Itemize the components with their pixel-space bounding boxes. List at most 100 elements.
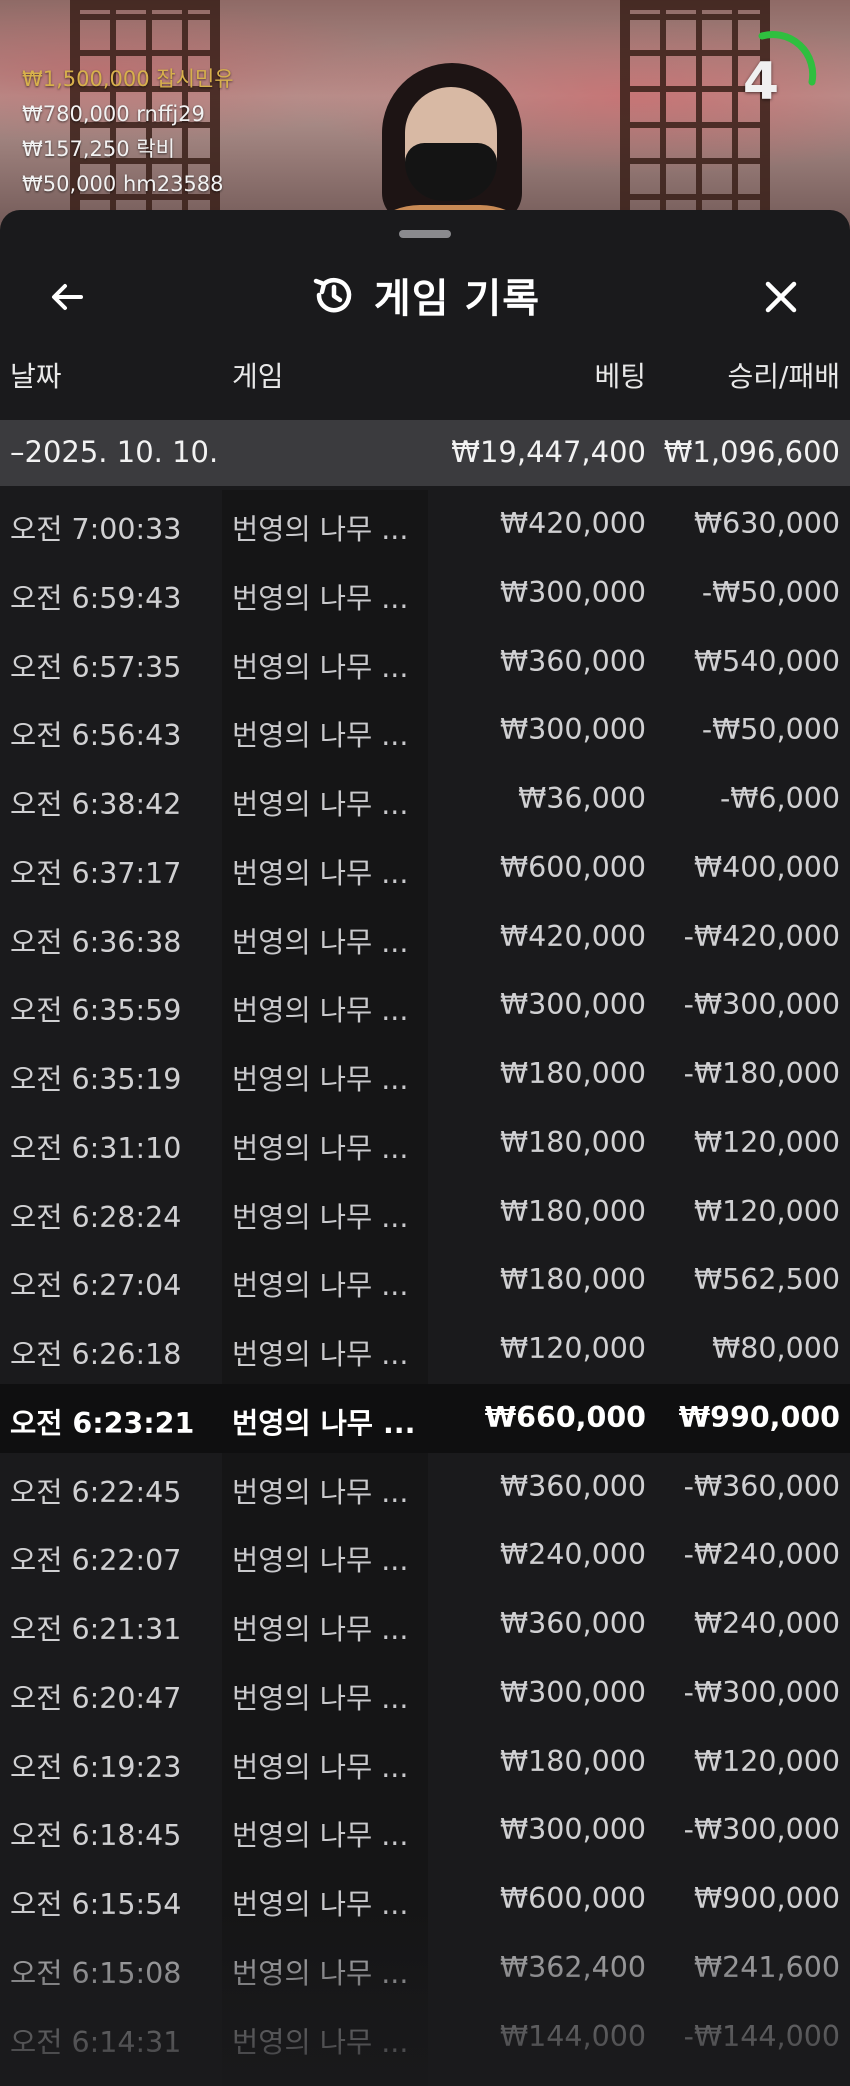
table-row[interactable]: 오전 6:15:08 번영의 나무 ... ₩362,400 ₩241,600 (0, 1934, 850, 2003)
row-time: 오전 6:14:31 (10, 2025, 182, 2059)
close-icon (765, 281, 797, 313)
row-bet: ₩600,000 (499, 1882, 646, 1915)
row-result: ₩562,500 (693, 1263, 840, 1297)
row-game: 번영의 나무 ... (232, 1750, 409, 1784)
row-result: -₩180,000 (683, 1057, 840, 1090)
row-time: 오전 6:23:21 (10, 1406, 195, 1440)
row-bet: ₩120,000 (499, 1332, 646, 1365)
row-game: 번영의 나무 ... (232, 925, 409, 959)
row-game: 번영의 나무 ... (232, 2025, 409, 2059)
table-row[interactable]: 오전 6:57:35 번영의 나무 ... ₩360,000 ₩540,000 (0, 628, 850, 697)
row-time: 오전 6:56:43 (10, 719, 182, 753)
row-bet: ₩180,000 (499, 1744, 646, 1778)
table-row[interactable]: 오전 6:15:54 번영의 나무 ... ₩600,000 ₩900,000 (0, 1865, 850, 1934)
table-row[interactable]: 오전 6:31:10 번영의 나무 ... ₩180,000 ₩120,000 (0, 1109, 850, 1178)
table-row[interactable]: 오전 6:18:45 번영의 나무 ... ₩300,000 -₩300,000 (0, 1796, 850, 1865)
table-row[interactable]: 오전 7:00:33 번영의 나무 ... ₩420,000 ₩630,000 (0, 490, 850, 559)
row-bet: ₩180,000 (499, 1194, 646, 1228)
row-game: 번영의 나무 ... (232, 1613, 409, 1646)
row-time: 오전 6:27:04 (10, 1269, 182, 1303)
summary-date: –2025. 10. 10. (10, 435, 219, 469)
row-game: 번영의 나무 ... (232, 719, 409, 753)
row-result: ₩900,000 (693, 1882, 840, 1915)
row-bet: ₩420,000 (499, 919, 646, 953)
back-button[interactable] (38, 268, 96, 326)
header-result: 승리/패배 (727, 360, 840, 393)
header-bet: 베팅 (594, 360, 646, 393)
summary-result: ₩1,096,600 (663, 435, 840, 469)
date-group-summary[interactable]: –2025. 10. 10. ₩19,447,400 ₩1,096,600 (0, 420, 850, 486)
row-time: 오전 7:00:33 (10, 513, 182, 546)
row-game: 번영의 나무 ... (232, 513, 409, 546)
row-time: 오전 6:59:43 (10, 581, 182, 615)
row-game: 번영의 나무 ... (232, 856, 409, 890)
table-row[interactable]: 오전 6:21:31 번영의 나무 ... ₩360,000 ₩240,000 (0, 1590, 850, 1659)
table-row[interactable]: 오전 6:23:21 번영의 나무 ... ₩660,000 ₩990,000 (0, 1383, 850, 1453)
countdown-timer: 4 (740, 30, 820, 120)
game-history-sheet: 게임 기록 날짜 게임 베팅 승리/패배 –2025. 10. 10. ₩19,… (0, 210, 850, 2086)
row-result: ₩990,000 (678, 1400, 840, 1434)
table-row[interactable]: 오전 6:27:04 번영의 나무 ... ₩180,000 ₩562,500 (0, 1246, 850, 1315)
table-row[interactable]: 오전 6:36:38 번영의 나무 ... ₩420,000 -₩420,000 (0, 903, 850, 972)
row-result: -₩144,000 (683, 2019, 840, 2053)
row-bet: ₩420,000 (499, 507, 646, 540)
table-row[interactable]: 오전 6:22:45 번영의 나무 ... ₩360,000 -₩360,000 (0, 1453, 850, 1522)
table-row[interactable]: 오전 6:20:47 번영의 나무 ... ₩300,000 -₩300,000 (0, 1659, 850, 1728)
row-time: 오전 6:31:10 (10, 1131, 182, 1165)
row-bet: ₩300,000 (499, 988, 646, 1022)
row-game: 번영의 나무 ... (232, 581, 409, 615)
header-date: 날짜 (10, 360, 62, 393)
row-time: 오전 6:38:42 (10, 788, 182, 821)
row-game: 번영의 나무 ... (232, 650, 409, 684)
row-result: ₩630,000 (693, 507, 840, 540)
row-time: 오전 6:18:45 (10, 1819, 182, 1853)
row-time: 오전 6:36:38 (10, 925, 182, 959)
row-game: 번영의 나무 ... (232, 1063, 409, 1096)
sheet-title: 게임 기록 (373, 276, 541, 322)
table-row[interactable]: 오전 6:38:42 번영의 나무 ... ₩36,000 -₩6,000 (0, 765, 850, 834)
row-bet: ₩240,000 (499, 1538, 646, 1572)
winner-entry: ₩1,500,000 잡시민유 (22, 67, 234, 91)
row-game: 번영의 나무 ... (232, 1819, 409, 1853)
row-bet: ₩362,400 (499, 1950, 646, 1984)
table-row[interactable]: 오전 6:56:43 번영의 나무 ... ₩300,000 -₩50,000 (0, 696, 850, 765)
row-bet: ₩300,000 (499, 1813, 646, 1847)
row-bet: ₩360,000 (499, 1607, 646, 1640)
row-bet: ₩360,000 (499, 1469, 646, 1503)
row-time: 오전 6:35:59 (10, 994, 182, 1028)
row-time: 오전 6:57:35 (10, 650, 182, 684)
row-bet: ₩180,000 (499, 1263, 646, 1297)
table-header: 날짜 게임 베팅 승리/패배 (0, 355, 850, 415)
row-bet: ₩300,000 (499, 1675, 646, 1709)
close-button[interactable] (752, 268, 810, 326)
row-result: -₩50,000 (701, 575, 840, 609)
row-time: 오전 6:26:18 (10, 1338, 182, 1371)
row-result: ₩241,600 (693, 1950, 840, 1984)
table-row[interactable]: 오전 6:59:43 번영의 나무 ... ₩300,000 -₩50,000 (0, 559, 850, 628)
table-row[interactable]: 오전 6:14:31 번영의 나무 ... ₩144,000 -₩144,000 (0, 2003, 850, 2072)
table-row[interactable]: 오전 6:37:17 번영의 나무 ... ₩600,000 ₩400,000 (0, 834, 850, 903)
winner-entry: ₩157,250 락비 (22, 137, 175, 161)
row-game: 번영의 나무 ... (232, 1269, 409, 1303)
table-row[interactable]: 오전 6:26:18 번영의 나무 ... ₩120,000 ₩80,000 (0, 1315, 850, 1384)
row-bet: ₩144,000 (499, 2019, 646, 2053)
row-result: ₩540,000 (693, 644, 840, 678)
back-arrow-icon (52, 284, 83, 310)
row-bet: ₩600,000 (499, 850, 646, 884)
table-row[interactable]: 오전 6:19:23 번영의 나무 ... ₩180,000 ₩120,000 (0, 1728, 850, 1797)
table-row[interactable]: 오전 6:22:07 번영의 나무 ... ₩240,000 -₩240,000 (0, 1521, 850, 1590)
table-row[interactable]: 오전 6:35:59 번영의 나무 ... ₩300,000 -₩300,000 (0, 971, 850, 1040)
row-game: 번영의 나무 ... (232, 1200, 409, 1234)
row-bet: ₩300,000 (499, 575, 646, 609)
row-bet: ₩300,000 (499, 713, 646, 747)
header-game: 게임 (232, 360, 284, 393)
row-result: -₩300,000 (683, 1813, 840, 1847)
row-time: 오전 6:35:19 (10, 1063, 182, 1096)
summary-bet: ₩19,447,400 (451, 435, 646, 469)
sheet-grabber[interactable] (399, 230, 451, 238)
row-game: 번영의 나무 ... (232, 1956, 409, 1990)
table-row[interactable]: 오전 6:28:24 번영의 나무 ... ₩180,000 ₩120,000 (0, 1178, 850, 1247)
winner-entry: ₩50,000 hm23588 (22, 172, 224, 196)
row-time: 오전 6:22:07 (10, 1544, 182, 1578)
table-row[interactable]: 오전 6:35:19 번영의 나무 ... ₩180,000 -₩180,000 (0, 1040, 850, 1109)
